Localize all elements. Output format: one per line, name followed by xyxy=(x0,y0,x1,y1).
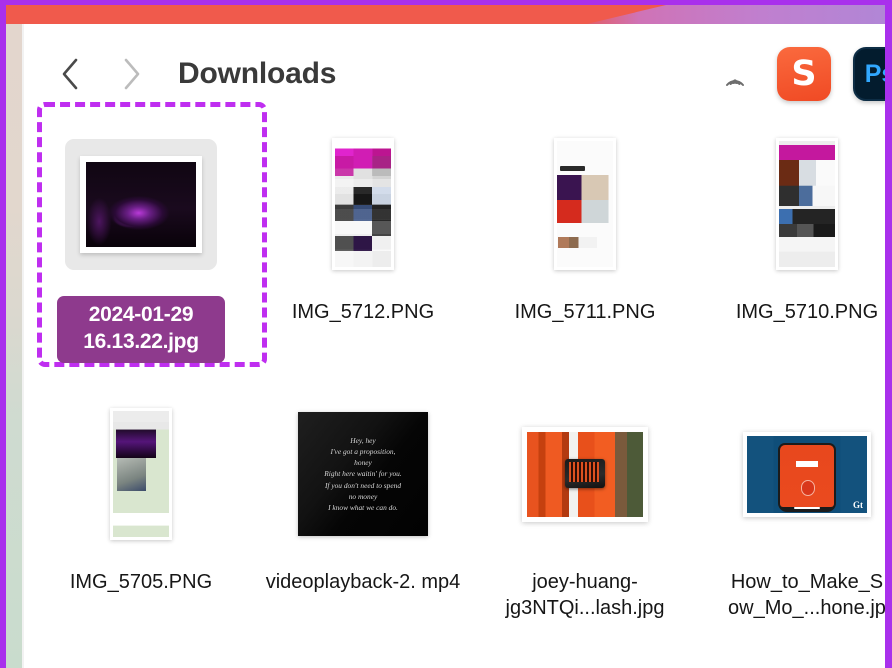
file-thumbnail xyxy=(696,124,892,284)
page-title: Downloads xyxy=(178,57,337,90)
desktop-edge-strip xyxy=(6,24,22,668)
file-thumbnail xyxy=(30,394,252,554)
phone-screenshot-thumbnail xyxy=(776,138,838,270)
file-name-label: IMG_5710.PNG xyxy=(735,301,879,323)
file-item[interactable]: IMG_5711.PNG xyxy=(474,124,696,326)
screenshot-content xyxy=(557,141,613,267)
finder-toolbar: Downloads S Ps xyxy=(24,24,892,124)
airdrop-icon[interactable] xyxy=(715,54,755,94)
file-name-label: IMG_5705.PNG xyxy=(69,571,213,593)
file-name-label: How_to_Make_S ow_Mo_...hone.jp xyxy=(728,571,886,619)
file-thumbnail: Hey, hey I've got a proposition, honey R… xyxy=(252,394,474,554)
file-thumbnail xyxy=(30,124,252,284)
annotation-frame-top xyxy=(0,0,892,5)
forward-button[interactable] xyxy=(114,54,148,94)
phone-screenshot-thumbnail xyxy=(110,408,172,540)
video-thumbnail: Hey, hey I've got a proposition, honey R… xyxy=(298,412,428,536)
lyric-overlay-text: Hey, hey I've got a proposition, honey R… xyxy=(324,435,402,513)
window-left-divider xyxy=(22,24,24,668)
file-item[interactable]: Hey, hey I've got a proposition, honey R… xyxy=(252,394,474,596)
file-name-line-2: 16.13.22.jpg xyxy=(83,330,199,354)
screenshot-content xyxy=(113,411,169,537)
thumbnail-plate xyxy=(65,138,217,270)
screenshot-content xyxy=(335,141,391,267)
file-item[interactable]: IMG_5710.PNG xyxy=(696,124,892,326)
watermark-label: Gt xyxy=(853,499,863,510)
file-name-label: IMG_5712.PNG xyxy=(291,301,435,323)
home-indicator xyxy=(794,507,820,510)
phone-screen xyxy=(780,445,834,508)
file-grid-row: 2024-01-29 16.13.22.jpg IMG_5712.PNG IMG… xyxy=(30,102,885,394)
shottr-app-glyph: S xyxy=(791,54,817,94)
file-thumbnail xyxy=(474,124,696,284)
annotation-frame-left xyxy=(0,0,6,668)
annotation-frame-right xyxy=(885,0,892,668)
screenshot-content xyxy=(779,141,835,267)
file-item[interactable]: joey-huang- jg3NTQi...lash.jpg xyxy=(474,394,696,621)
file-item[interactable]: Gt How_to_Make_S ow_Mo_...hone.jp xyxy=(696,394,892,621)
file-name-label: IMG_5711.PNG xyxy=(514,301,656,323)
file-name-label: 2024-01-29 16.13.22.jpg xyxy=(57,296,225,363)
banner-red-wedge xyxy=(6,5,666,24)
file-item[interactable]: IMG_5712.PNG xyxy=(252,124,474,326)
shottr-app-icon[interactable]: S xyxy=(777,47,831,101)
phone-screenshot-thumbnail xyxy=(332,138,394,270)
photo-thumbnail: Gt xyxy=(743,431,871,517)
file-thumbnail: Gt xyxy=(696,394,892,554)
file-item[interactable]: IMG_5705.PNG xyxy=(30,394,252,596)
back-button[interactable] xyxy=(54,54,88,94)
photo-thumbnail xyxy=(522,426,648,522)
phone-screenshot-thumbnail xyxy=(554,138,616,270)
file-item-selected[interactable]: 2024-01-29 16.13.22.jpg xyxy=(30,102,267,367)
toolbar-right-group: S Ps xyxy=(715,47,892,101)
file-name-label: videoplayback-2. mp4 xyxy=(265,571,461,593)
file-grid: 2024-01-29 16.13.22.jpg IMG_5712.PNG IMG… xyxy=(24,102,886,640)
file-name-line-1: 2024-01-29 xyxy=(88,303,194,326)
photo-preview-image xyxy=(86,161,196,247)
file-thumbnail xyxy=(252,124,474,284)
top-color-banner xyxy=(6,5,885,24)
phone-mockup xyxy=(778,443,836,513)
photo-frame xyxy=(80,155,202,253)
file-grid-row: IMG_5705.PNG Hey, hey I've got a proposi… xyxy=(30,394,886,640)
finder-window-screenshot: Downloads S Ps xyxy=(0,0,892,668)
photo-preview-image: Gt xyxy=(747,435,867,513)
finder-window: Downloads S Ps xyxy=(24,24,892,668)
photo-preview-image xyxy=(527,431,643,517)
file-thumbnail xyxy=(474,394,696,554)
file-name-label: joey-huang- jg3NTQi...lash.jpg xyxy=(505,571,665,619)
